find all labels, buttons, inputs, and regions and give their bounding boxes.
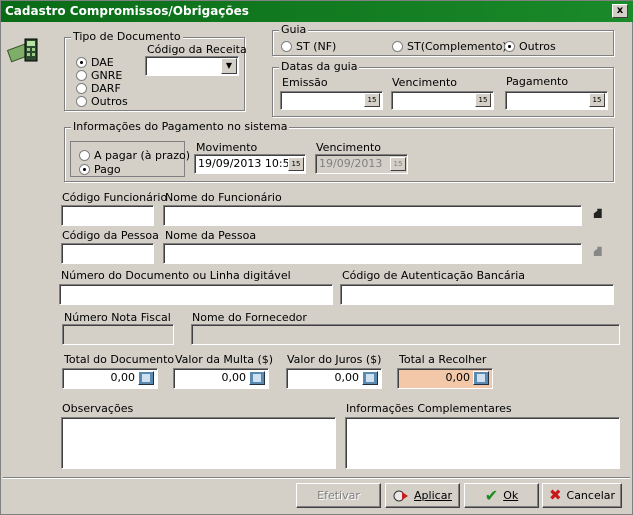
- radio-gnre-label: GNRE: [91, 69, 123, 82]
- window-title: Cadastro Compromissos/Obrigações: [5, 4, 249, 18]
- codigo-pessoa-field[interactable]: [61, 243, 154, 264]
- movimento-label: Movimento: [196, 141, 258, 154]
- radio-st-complemento-label: ST(Complemento): [407, 40, 507, 53]
- guia-legend: Guia: [279, 23, 309, 36]
- nome-fornecedor-label: Nome do Fornecedor: [192, 311, 307, 324]
- nome-pessoa-label: Nome da Pessoa: [165, 229, 257, 242]
- radio-dae-label: DAE: [91, 56, 114, 69]
- calculator-icon[interactable]: [362, 371, 378, 385]
- info-complementares-label: Informações Complementares: [346, 402, 512, 415]
- numero-nota-label: Número Nota Fiscal: [64, 311, 171, 324]
- radio-outros-tipo-dot: [76, 96, 87, 107]
- ok-label: Ok: [503, 489, 519, 502]
- radio-darf-dot: [76, 83, 87, 94]
- radio-outros-tipo[interactable]: Outros: [76, 95, 128, 108]
- radio-darf[interactable]: DARF: [76, 82, 121, 95]
- check-icon: ✔: [484, 485, 499, 505]
- codigo-autenticacao-field[interactable]: [340, 284, 614, 305]
- observacoes-label: Observações: [62, 402, 134, 415]
- ok-button[interactable]: ✔ Ok: [464, 483, 539, 508]
- emissao-label: Emissão: [282, 76, 328, 89]
- footer-divider: [3, 477, 630, 479]
- radio-dae-dot: [76, 57, 87, 68]
- numero-documento-field[interactable]: [59, 284, 333, 305]
- calculator-icon[interactable]: [138, 371, 154, 385]
- chevron-down-icon[interactable]: ▼: [221, 58, 237, 74]
- codigo-funcionario-label: Código Funcionário: [62, 191, 168, 204]
- radio-outros-guia-dot: [504, 41, 515, 52]
- codigo-pessoa-label: Código da Pessoa: [62, 229, 159, 242]
- nome-fornecedor-field: [191, 324, 620, 345]
- vencimento-pagamento-label: Vencimento: [316, 141, 382, 154]
- pagamento-label: Pagamento: [506, 75, 569, 88]
- valor-juros-label: Valor do Juros ($): [287, 353, 382, 366]
- datas-guia-legend: Datas da guia: [279, 60, 360, 73]
- radio-darf-label: DARF: [91, 82, 121, 95]
- radio-a-pagar[interactable]: A pagar (à prazo): [79, 149, 190, 162]
- calendar-icon[interactable]: 15: [475, 93, 491, 107]
- vencimento-guia-label: Vencimento: [392, 76, 458, 89]
- radio-a-pagar-label: A pagar (à prazo): [94, 149, 191, 162]
- binoculars-icon: ⛘: [593, 244, 603, 260]
- radio-st-nf[interactable]: ST (NF): [281, 40, 336, 53]
- calculator-icon[interactable]: [473, 371, 489, 385]
- calendar-icon[interactable]: 15: [589, 93, 605, 107]
- radio-pago[interactable]: Pago: [79, 163, 121, 176]
- radio-pago-dot: [79, 164, 90, 175]
- valor-multa-label: Valor da Multa ($): [175, 353, 274, 366]
- dialog-window: Cadastro Compromissos/Obrigações x Tipo …: [0, 0, 633, 515]
- total-documento-label: Total do Documento: [64, 353, 175, 366]
- radio-outros-guia[interactable]: Outros: [504, 40, 556, 53]
- radio-pago-label: Pago: [94, 163, 121, 176]
- radio-outros-guia-label: Outros: [519, 40, 556, 53]
- radio-st-complemento[interactable]: ST(Complemento): [392, 40, 507, 53]
- radio-a-pagar-dot: [79, 150, 90, 161]
- radio-gnre-dot: [76, 70, 87, 81]
- radio-st-complemento-dot: [392, 41, 403, 52]
- radio-st-nf-label: ST (NF): [296, 40, 337, 53]
- nome-funcionario-field[interactable]: [163, 205, 582, 226]
- numero-documento-label: Número do Documento ou Linha digitável: [61, 269, 291, 282]
- radio-dae[interactable]: DAE: [76, 56, 114, 69]
- money-calculator-icon: [6, 35, 41, 65]
- codigo-funcionario-field[interactable]: [61, 205, 154, 226]
- efetivar-label: Efetivar: [317, 489, 360, 502]
- calendar-icon[interactable]: 15: [288, 157, 304, 171]
- numero-nota-field: [62, 324, 174, 345]
- radio-gnre[interactable]: GNRE: [76, 69, 122, 82]
- codigo-receita-label: Código da Receita: [147, 43, 247, 56]
- nome-pessoa-field[interactable]: [163, 243, 582, 264]
- total-recolher-label: Total a Recolher: [399, 353, 487, 366]
- close-button[interactable]: x: [612, 4, 628, 18]
- calendar-icon[interactable]: 15: [364, 93, 380, 107]
- observacoes-field[interactable]: [61, 417, 336, 469]
- info-complementares-field[interactable]: [345, 417, 620, 469]
- aplicar-label: Aplicar: [414, 489, 452, 502]
- radio-st-nf-dot: [281, 41, 292, 52]
- apply-icon: [393, 489, 409, 503]
- calculator-icon[interactable]: [249, 371, 265, 385]
- calendar-icon: 15: [390, 157, 406, 171]
- cancelar-label: Cancelar: [566, 489, 616, 502]
- aplicar-button[interactable]: Aplicar: [385, 483, 460, 508]
- cancelar-button[interactable]: ✖ Cancelar: [542, 483, 622, 508]
- efetivar-button: Efetivar: [296, 483, 381, 508]
- close-icon: ✖: [548, 486, 562, 504]
- binoculars-icon[interactable]: ⛘: [593, 206, 603, 224]
- title-bar: Cadastro Compromissos/Obrigações x: [1, 1, 633, 22]
- pagamento-sistema-legend: Informações do Pagamento no sistema: [71, 120, 290, 133]
- codigo-autenticacao-label: Código de Autenticação Bancária: [342, 269, 525, 282]
- radio-outros-tipo-label: Outros: [91, 95, 128, 108]
- tipo-documento-legend: Tipo de Documento: [71, 30, 183, 43]
- nome-funcionario-label: Nome do Funcionário: [165, 191, 282, 204]
